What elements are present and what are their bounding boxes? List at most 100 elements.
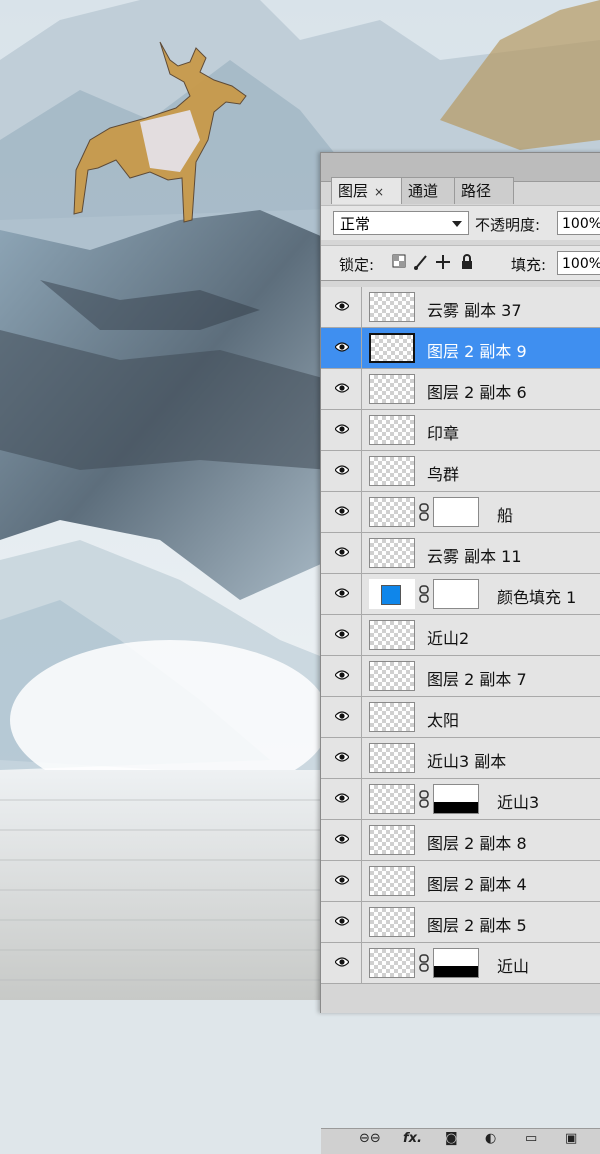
layer-row[interactable]: 太阳 xyxy=(321,697,600,738)
layer-thumbnail[interactable] xyxy=(369,374,415,404)
visibility-toggle[interactable] xyxy=(321,738,362,778)
visibility-toggle[interactable] xyxy=(321,410,362,450)
layer-row[interactable]: 近山2 xyxy=(321,615,600,656)
layer-row[interactable]: 颜色填充 1 xyxy=(321,574,600,615)
eye-icon xyxy=(335,424,349,434)
lock-all-icon[interactable] xyxy=(459,254,475,270)
layer-row[interactable]: 近山3 副本 xyxy=(321,738,600,779)
fill-input[interactable]: 100% xyxy=(557,251,600,275)
panel-bottom-bar: ⊖⊖ fx. ◙ ◐ ▭ ▣ xyxy=(321,1128,600,1154)
eye-icon xyxy=(335,588,349,598)
tab-channels-label: 通道 xyxy=(408,182,439,200)
visibility-toggle[interactable] xyxy=(321,369,362,409)
blend-mode-select[interactable]: 正常 xyxy=(333,211,469,235)
opacity-input[interactable]: 100% xyxy=(557,211,600,235)
layer-name: 云雾 副本 37 xyxy=(427,301,522,320)
layer-mask-thumbnail[interactable] xyxy=(433,784,479,814)
eye-icon xyxy=(335,383,349,393)
layer-thumbnail[interactable] xyxy=(369,907,415,937)
visibility-toggle[interactable] xyxy=(321,861,362,901)
layer-thumbnail[interactable] xyxy=(369,743,415,773)
new-layer-icon[interactable]: ▣ xyxy=(565,1131,577,1146)
layer-name: 颜色填充 1 xyxy=(497,588,577,607)
layer-list: 云雾 副本 37 图层 2 副本 9 图层 2 副本 6 印章鸟群船云雾 副本 11 颜… xyxy=(321,287,600,984)
mask-link-icon[interactable] xyxy=(419,790,429,808)
layer-mask-thumbnail[interactable] xyxy=(433,948,479,978)
layer-row[interactable]: 云雾 副本 11 xyxy=(321,533,600,574)
lock-transparent-pixels-icon[interactable] xyxy=(391,254,407,270)
group-folder-icon[interactable]: ▭ xyxy=(525,1131,537,1146)
layer-row[interactable]: 印章 xyxy=(321,410,600,451)
layer-row[interactable]: 图层 2 副本 6 xyxy=(321,369,600,410)
eye-icon xyxy=(335,834,349,844)
lock-position-move-icon[interactable] xyxy=(435,254,451,270)
mask-link-icon[interactable] xyxy=(419,503,429,521)
layer-thumbnail[interactable] xyxy=(369,784,415,814)
mask-icon[interactable]: ◙ xyxy=(445,1131,458,1146)
layer-row[interactable]: 图层 2 副本 4 xyxy=(321,861,600,902)
color-fill-swatch xyxy=(381,585,401,605)
visibility-toggle[interactable] xyxy=(321,943,362,983)
layer-row[interactable]: 图层 2 副本 7 xyxy=(321,656,600,697)
layer-name: 图层 2 副本 7 xyxy=(427,670,527,689)
visibility-toggle[interactable] xyxy=(321,328,362,368)
tab-paths[interactable]: 路径 xyxy=(454,177,514,204)
mask-link-icon[interactable] xyxy=(419,585,429,603)
layer-row[interactable]: 图层 2 副本 8 xyxy=(321,820,600,861)
visibility-toggle[interactable] xyxy=(321,820,362,860)
layer-thumbnail[interactable] xyxy=(369,415,415,445)
layer-thumbnail[interactable] xyxy=(369,702,415,732)
layer-row[interactable]: 图层 2 副本 9 xyxy=(321,328,600,369)
layer-row[interactable]: 鸟群 xyxy=(321,451,600,492)
visibility-toggle[interactable] xyxy=(321,492,362,532)
adjustment-icon[interactable]: ◐ xyxy=(485,1131,496,1146)
layer-name: 近山2 xyxy=(427,629,470,648)
visibility-toggle[interactable] xyxy=(321,287,362,327)
visibility-toggle[interactable] xyxy=(321,451,362,491)
layer-mask-thumbnail[interactable] xyxy=(433,579,479,609)
layer-name: 近山3 xyxy=(497,793,540,812)
layer-thumbnail[interactable] xyxy=(369,456,415,486)
layer-name: 图层 2 副本 9 xyxy=(427,342,527,361)
visibility-toggle[interactable] xyxy=(321,779,362,819)
layer-thumbnail[interactable] xyxy=(369,497,415,527)
opacity-label: 不透明度: xyxy=(475,216,541,234)
layer-thumbnail[interactable] xyxy=(369,538,415,568)
layer-thumbnail[interactable] xyxy=(369,948,415,978)
layer-row[interactable]: 图层 2 副本 5 xyxy=(321,902,600,943)
layer-name: 图层 2 副本 6 xyxy=(427,383,527,402)
link-layers-icon[interactable]: ⊖⊖ xyxy=(359,1131,381,1146)
layer-thumbnail[interactable] xyxy=(369,333,415,363)
eye-icon xyxy=(335,916,349,926)
visibility-toggle[interactable] xyxy=(321,533,362,573)
eye-icon xyxy=(335,506,349,516)
layer-row[interactable]: 船 xyxy=(321,492,600,533)
tab-layers-label: 图层 xyxy=(338,182,369,200)
fill-thumbnail[interactable] xyxy=(369,579,415,609)
layer-thumbnail[interactable] xyxy=(369,866,415,896)
layer-name: 船 xyxy=(497,506,514,525)
layer-row[interactable]: 云雾 副本 37 xyxy=(321,287,600,328)
layer-mask-thumbnail[interactable] xyxy=(433,497,479,527)
lock-label: 锁定: xyxy=(339,256,375,274)
tab-channels[interactable]: 通道 xyxy=(401,177,461,204)
fx-icon[interactable]: fx. xyxy=(403,1131,422,1146)
visibility-toggle[interactable] xyxy=(321,697,362,737)
visibility-toggle[interactable] xyxy=(321,574,362,614)
layer-thumbnail[interactable] xyxy=(369,825,415,855)
lock-image-pixels-brush-icon[interactable] xyxy=(413,254,429,270)
visibility-toggle[interactable] xyxy=(321,615,362,655)
close-icon[interactable]: × xyxy=(374,185,384,199)
layer-row[interactable]: 近山 xyxy=(321,943,600,984)
eye-icon xyxy=(335,342,349,352)
visibility-toggle[interactable] xyxy=(321,656,362,696)
mask-link-icon[interactable] xyxy=(419,954,429,972)
layer-thumbnail[interactable] xyxy=(369,620,415,650)
panel-tab-bar: 图层 × 通道 路径 xyxy=(321,153,600,204)
tab-layers[interactable]: 图层 × xyxy=(331,177,409,204)
layer-thumbnail[interactable] xyxy=(369,292,415,322)
layer-row[interactable]: 近山3 xyxy=(321,779,600,820)
visibility-toggle[interactable] xyxy=(321,902,362,942)
layer-name: 鸟群 xyxy=(427,465,460,484)
layer-thumbnail[interactable] xyxy=(369,661,415,691)
